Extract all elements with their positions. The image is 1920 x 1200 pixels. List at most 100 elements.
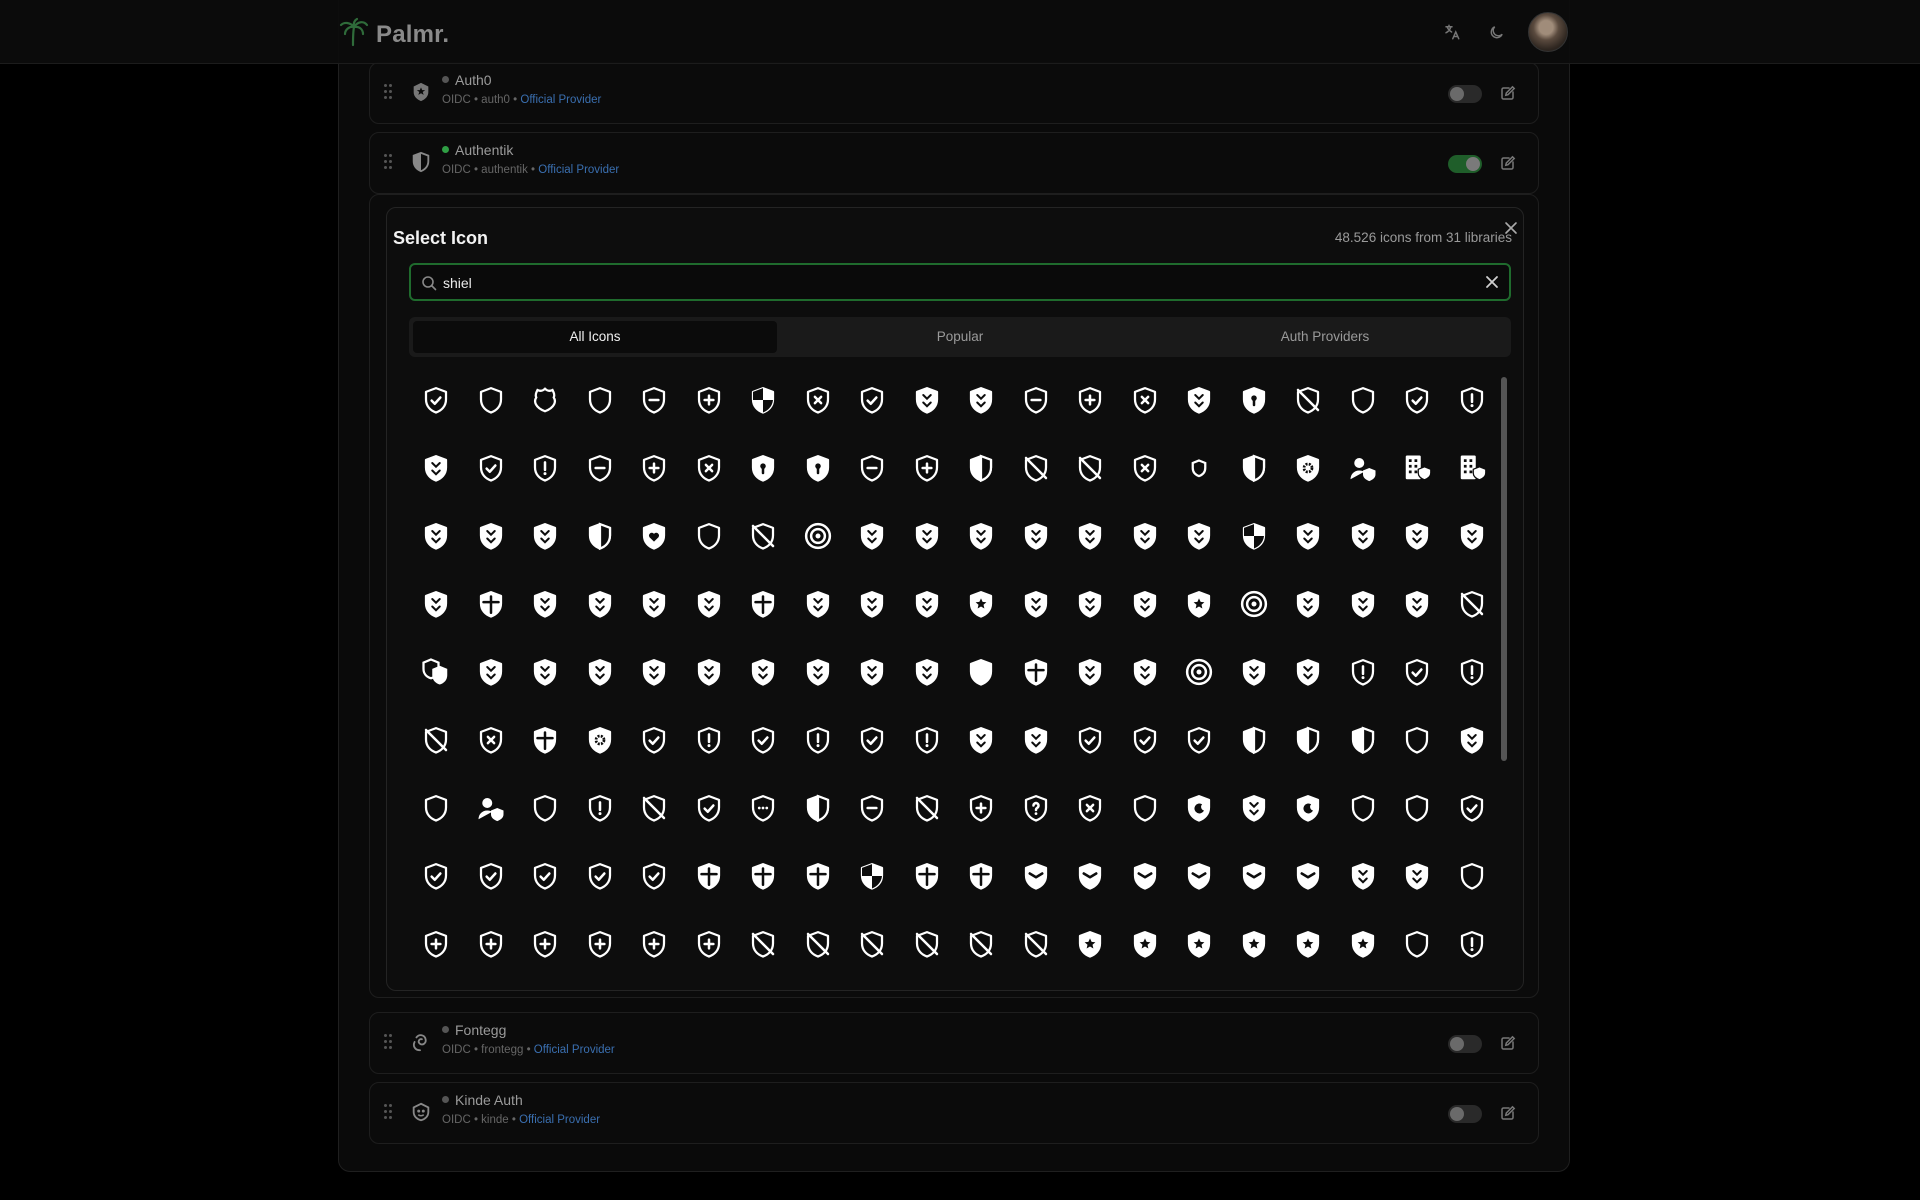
- icon-option[interactable]: [409, 849, 463, 903]
- icon-option[interactable]: [682, 713, 736, 767]
- icon-option[interactable]: [736, 577, 790, 631]
- icon-option[interactable]: [409, 373, 463, 427]
- icon-grid-scrollbar[interactable]: [1499, 373, 1509, 973]
- icon-option[interactable]: [1336, 917, 1390, 971]
- icon-option[interactable]: [518, 577, 572, 631]
- icon-option[interactable]: [1009, 917, 1063, 971]
- icon-option[interactable]: [464, 849, 518, 903]
- icon-option[interactable]: [900, 373, 954, 427]
- icon-option[interactable]: [573, 849, 627, 903]
- icon-option[interactable]: [1063, 509, 1117, 563]
- icon-option[interactable]: [736, 713, 790, 767]
- icon-option[interactable]: [464, 577, 518, 631]
- tab-popular[interactable]: Popular: [778, 321, 1142, 353]
- icon-option[interactable]: [1227, 917, 1281, 971]
- icon-option[interactable]: [1445, 645, 1499, 699]
- icon-option[interactable]: [736, 373, 790, 427]
- drag-handle-icon[interactable]: [384, 1104, 392, 1120]
- icon-option[interactable]: [464, 373, 518, 427]
- icon-option[interactable]: [1227, 441, 1281, 495]
- icon-option[interactable]: [627, 509, 681, 563]
- icon-option[interactable]: [1172, 577, 1226, 631]
- icon-option[interactable]: [682, 509, 736, 563]
- icon-option[interactable]: [1227, 645, 1281, 699]
- icon-option[interactable]: [1336, 441, 1390, 495]
- icon-option[interactable]: [627, 781, 681, 835]
- drag-handle-icon[interactable]: [384, 1034, 392, 1050]
- icon-option[interactable]: [409, 509, 463, 563]
- icon-option[interactable]: [900, 577, 954, 631]
- icon-option[interactable]: [736, 849, 790, 903]
- icon-option[interactable]: [1390, 441, 1444, 495]
- icon-option[interactable]: [900, 645, 954, 699]
- icon-option[interactable]: [954, 509, 1008, 563]
- provider-row-auth0[interactable]: Auth0 OIDC • auth0 • Official Provider: [369, 62, 1539, 124]
- icon-option[interactable]: [1281, 713, 1335, 767]
- icon-option[interactable]: [1445, 917, 1499, 971]
- icon-option[interactable]: [1336, 373, 1390, 427]
- icon-option[interactable]: [464, 781, 518, 835]
- icon-option[interactable]: [791, 849, 845, 903]
- icon-option[interactable]: [1172, 713, 1226, 767]
- icon-option[interactable]: [1172, 849, 1226, 903]
- icon-option[interactable]: [518, 781, 572, 835]
- icon-option[interactable]: [1445, 441, 1499, 495]
- icon-option[interactable]: [1390, 781, 1444, 835]
- icon-option[interactable]: [791, 577, 845, 631]
- icon-option[interactable]: [1118, 509, 1172, 563]
- icon-option[interactable]: [954, 713, 1008, 767]
- icon-option[interactable]: [736, 917, 790, 971]
- icon-option[interactable]: [954, 849, 1008, 903]
- icon-option[interactable]: [845, 713, 899, 767]
- provider-row-authentik[interactable]: Authentik OIDC • authentik • Official Pro…: [369, 132, 1539, 194]
- icon-option[interactable]: [409, 645, 463, 699]
- icon-option[interactable]: [1281, 849, 1335, 903]
- icon-option[interactable]: [1009, 713, 1063, 767]
- icon-option[interactable]: [1281, 645, 1335, 699]
- edit-icon[interactable]: [1500, 1105, 1516, 1121]
- icon-option[interactable]: [1118, 373, 1172, 427]
- icon-option[interactable]: [1063, 645, 1117, 699]
- edit-icon[interactable]: [1500, 1035, 1516, 1051]
- icon-option[interactable]: [627, 713, 681, 767]
- icon-option[interactable]: [518, 849, 572, 903]
- icon-option[interactable]: [1390, 713, 1444, 767]
- icon-option[interactable]: [900, 509, 954, 563]
- provider-row-frontegg[interactable]: Fontegg OIDC • frontegg • Official Provid…: [369, 1012, 1539, 1074]
- icon-option[interactable]: [900, 849, 954, 903]
- icon-option[interactable]: [682, 373, 736, 427]
- icon-option[interactable]: [1390, 577, 1444, 631]
- icon-option[interactable]: [845, 781, 899, 835]
- icon-option[interactable]: [1281, 577, 1335, 631]
- tab-all-icons[interactable]: All Icons: [413, 321, 777, 353]
- icon-option[interactable]: [1336, 645, 1390, 699]
- icon-option[interactable]: [682, 781, 736, 835]
- icon-option[interactable]: [518, 373, 572, 427]
- icon-option[interactable]: [1390, 645, 1444, 699]
- icon-option[interactable]: [1390, 509, 1444, 563]
- icon-option[interactable]: [1281, 917, 1335, 971]
- icon-option[interactable]: [409, 917, 463, 971]
- provider-enabled-toggle[interactable]: [1448, 1105, 1482, 1123]
- icon-option[interactable]: [1009, 373, 1063, 427]
- icon-option[interactable]: [573, 645, 627, 699]
- icon-option[interactable]: [573, 577, 627, 631]
- clear-search-icon[interactable]: [1485, 275, 1499, 289]
- icon-option[interactable]: [1445, 713, 1499, 767]
- icon-option[interactable]: [518, 917, 572, 971]
- icon-option[interactable]: [573, 441, 627, 495]
- language-button[interactable]: [1440, 20, 1464, 44]
- icon-option[interactable]: [900, 441, 954, 495]
- icon-option[interactable]: [1118, 713, 1172, 767]
- icon-option[interactable]: [736, 645, 790, 699]
- icon-option[interactable]: [1336, 577, 1390, 631]
- icon-option[interactable]: [1281, 373, 1335, 427]
- icon-option[interactable]: [464, 509, 518, 563]
- icon-option[interactable]: [1281, 781, 1335, 835]
- icon-option[interactable]: [627, 645, 681, 699]
- icon-option[interactable]: [1063, 577, 1117, 631]
- icon-option[interactable]: [954, 645, 1008, 699]
- icon-option[interactable]: [845, 917, 899, 971]
- icon-option[interactable]: [1390, 849, 1444, 903]
- provider-enabled-toggle[interactable]: [1448, 85, 1482, 103]
